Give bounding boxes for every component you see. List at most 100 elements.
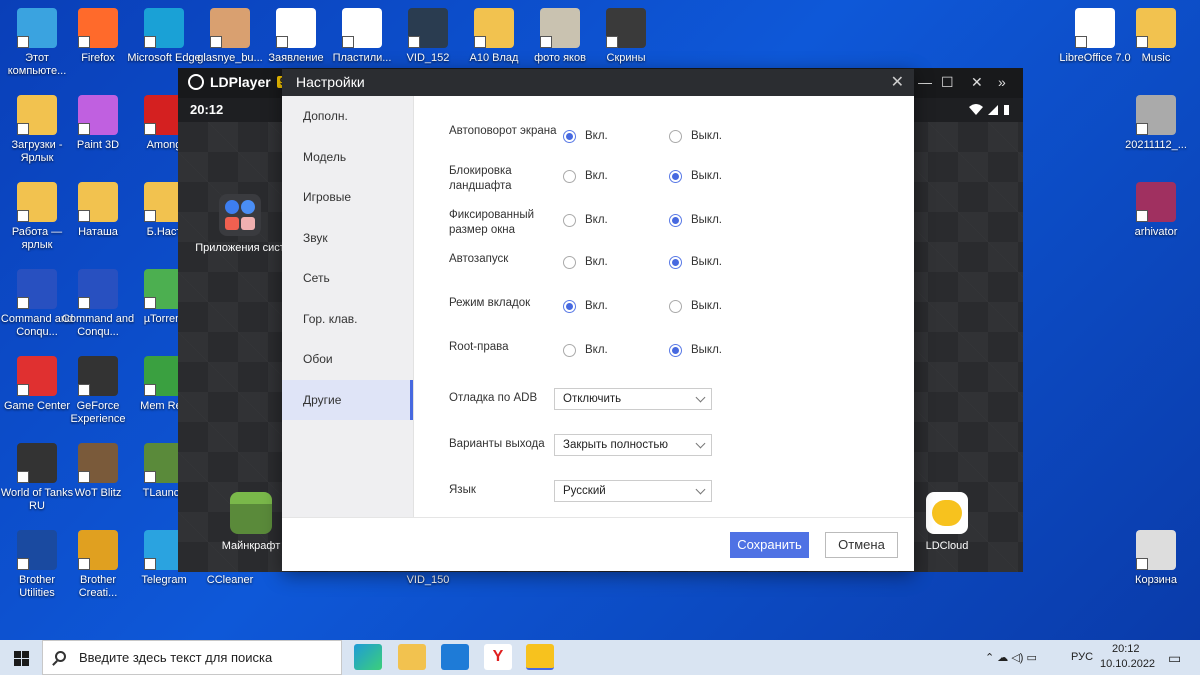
- taskbar-edge-icon[interactable]: [354, 644, 382, 670]
- settings-tab[interactable]: Модель: [282, 137, 413, 177]
- clock-date[interactable]: 10.10.2022: [1100, 658, 1155, 670]
- radio-on-label[interactable]: Вкл.: [585, 214, 608, 226]
- maximize-button[interactable]: ☐: [941, 74, 954, 91]
- radio-on[interactable]: [563, 170, 576, 183]
- desktop-shortcut-label: Paint 3D: [76, 139, 120, 151]
- system-apps-label: Приложения сист: [195, 242, 285, 254]
- chevron-down-icon: [695, 438, 706, 449]
- keyboard-language[interactable]: РУС: [1071, 651, 1093, 663]
- clock-time[interactable]: 20:12: [1112, 643, 1140, 655]
- settings-tab[interactable]: Дополн.: [282, 96, 413, 136]
- desktop-shortcut[interactable]: Корзина: [1119, 530, 1193, 587]
- desktop-shortcut[interactable]: Brother Creati...: [61, 530, 135, 600]
- desktop-shortcut-label: Пластили...: [332, 52, 392, 64]
- settings-tab[interactable]: Звук: [282, 218, 413, 258]
- desktop-shortcut-label: 20211112_...: [1125, 139, 1187, 151]
- computer-icon: [17, 8, 57, 48]
- radio-off[interactable]: [669, 256, 682, 269]
- radio-on[interactable]: [563, 214, 576, 227]
- minimize-button[interactable]: —: [918, 74, 932, 90]
- winrar-icon: [1136, 182, 1176, 222]
- close-button[interactable]: ✕: [971, 74, 983, 91]
- settings-tab[interactable]: Гор. клав.: [282, 299, 413, 339]
- tray-icons[interactable]: ⌃ ☁ ◁) ▭: [985, 651, 1037, 664]
- notifications-icon[interactable]: ▭: [1168, 650, 1181, 667]
- document-icon: [276, 8, 316, 48]
- taskbar-search-box[interactable]: Введите здесь текст для поиска: [42, 640, 342, 675]
- dropdown-select[interactable]: Закрыть полностью: [554, 434, 712, 456]
- settings-tab[interactable]: Обои: [282, 339, 413, 379]
- radio-off[interactable]: [669, 300, 682, 313]
- desktop-shortcut-label: GeForce Experience: [70, 400, 126, 425]
- radio-on[interactable]: [563, 256, 576, 269]
- start-button[interactable]: [0, 640, 42, 675]
- chevron-down-icon: [695, 392, 706, 403]
- taskbar-yandex-icon[interactable]: Y: [484, 644, 512, 670]
- settings-dialog-header[interactable]: Настройки ✕: [282, 69, 914, 96]
- radio-off[interactable]: [669, 170, 682, 183]
- desktop-shortcut[interactable]: А10 Влад: [457, 8, 531, 65]
- save-button[interactable]: Сохранить: [730, 532, 809, 558]
- edge-icon: [144, 8, 184, 48]
- desktop-shortcut[interactable]: фото яков: [523, 8, 597, 65]
- settings-tab[interactable]: Игровые: [282, 177, 413, 217]
- desktop-shortcut[interactable]: Firefox: [61, 8, 135, 65]
- radio-off[interactable]: [669, 344, 682, 357]
- settings-footer: Сохранить Отмена: [282, 517, 914, 571]
- radio-on[interactable]: [563, 344, 576, 357]
- desktop-shortcut[interactable]: Microsoft Edge: [127, 8, 201, 65]
- settings-tab[interactable]: Другие: [282, 379, 413, 420]
- radio-on-label[interactable]: Вкл.: [585, 256, 608, 268]
- dropdown-value: Отключить: [563, 393, 622, 405]
- desktop-shortcut[interactable]: WoT Blitz: [61, 443, 135, 500]
- radio-off[interactable]: [669, 214, 682, 227]
- taskbar-mail-icon[interactable]: [441, 644, 469, 670]
- radio-on-label[interactable]: Вкл.: [585, 130, 608, 142]
- desktop-shortcut[interactable]: Paint 3D: [61, 95, 135, 152]
- ldcloud-label: LDCloud: [925, 540, 969, 552]
- radio-on-label[interactable]: Вкл.: [585, 300, 608, 312]
- taskbar-ldplayer-icon[interactable]: [526, 644, 554, 670]
- desktop-shortcut[interactable]: Наташа: [61, 182, 135, 239]
- radio-on[interactable]: [563, 300, 576, 313]
- world-of-tanks-icon: [17, 443, 57, 483]
- taskbar-explorer-icon[interactable]: [398, 644, 426, 670]
- setting-label: Фиксированный размер окна: [449, 209, 535, 236]
- ldcloud-app[interactable]: LDCloud: [902, 492, 992, 552]
- desktop-shortcut[interactable]: Скрины: [589, 8, 663, 65]
- desktop-shortcut[interactable]: glasnye_bu...: [193, 8, 267, 65]
- desktop-shortcut[interactable]: Command and Conqu...: [61, 269, 135, 339]
- settings-tab[interactable]: Сеть: [282, 258, 413, 298]
- image-file-icon: [210, 8, 250, 48]
- radio-off-label[interactable]: Выкл.: [691, 300, 722, 312]
- expand-sidebar-button[interactable]: »: [998, 74, 1006, 90]
- desktop-shortcut[interactable]: 20211112_...: [1119, 95, 1193, 152]
- chevron-down-icon: [695, 484, 706, 495]
- radio-off-label[interactable]: Выкл.: [691, 170, 722, 182]
- music-folder-icon: [1136, 8, 1176, 48]
- desktop-shortcut[interactable]: arhivator: [1119, 182, 1193, 239]
- radio-on[interactable]: [563, 130, 576, 143]
- recycle-bin-icon: [1136, 530, 1176, 570]
- desktop-shortcut[interactable]: Music: [1119, 8, 1193, 65]
- settings-close-button[interactable]: ✕: [891, 72, 904, 92]
- brother-creative-icon: [78, 530, 118, 570]
- radio-off-label[interactable]: Выкл.: [691, 256, 722, 268]
- radio-off[interactable]: [669, 130, 682, 143]
- dropdown-select[interactable]: Русский: [554, 480, 712, 502]
- dropdown-select[interactable]: Отключить: [554, 388, 712, 410]
- desktop-shortcut[interactable]: VID_152: [391, 8, 465, 65]
- setting-label: Режим вкладок: [449, 297, 531, 309]
- radio-on-label[interactable]: Вкл.: [585, 344, 608, 356]
- radio-off-label[interactable]: Выкл.: [691, 344, 722, 356]
- setting-label: Варианты выхода: [449, 438, 545, 450]
- desktop-shortcut[interactable]: Заявление: [259, 8, 333, 65]
- radio-off-label[interactable]: Выкл.: [691, 130, 722, 142]
- cancel-button[interactable]: Отмена: [825, 532, 898, 558]
- radio-off-label[interactable]: Выкл.: [691, 214, 722, 226]
- desktop-shortcut[interactable]: Пластили...: [325, 8, 399, 65]
- radio-on-label[interactable]: Вкл.: [585, 170, 608, 182]
- desktop-shortcut-label: Корзина: [1135, 574, 1177, 586]
- desktop-shortcut[interactable]: GeForce Experience: [61, 356, 135, 426]
- system-apps-folder[interactable]: Приложения сист: [195, 194, 285, 254]
